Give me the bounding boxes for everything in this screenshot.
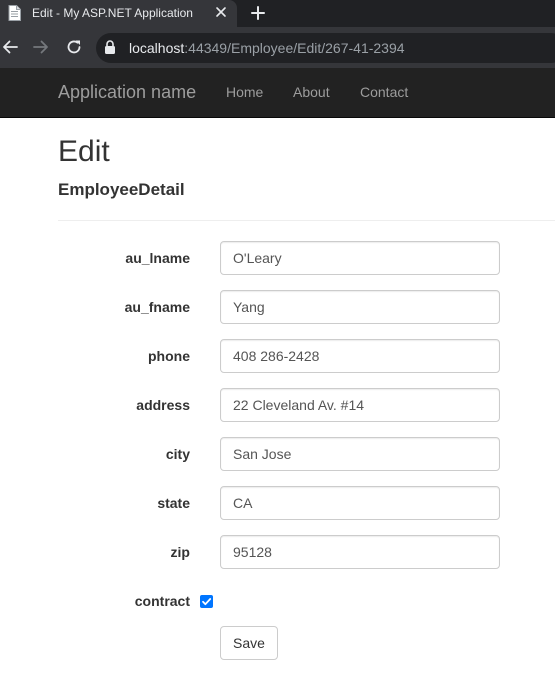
browser-tab[interactable]: Edit - My ASP.NET Application	[0, 0, 237, 27]
page-subtitle: EmployeeDetail	[58, 180, 185, 199]
browser-tab-strip: Edit - My ASP.NET Application	[0, 0, 555, 27]
checkmark-icon	[202, 598, 212, 606]
field-label-contract: contract	[134, 593, 190, 609]
field-label-state: state	[157, 495, 190, 511]
forward-arrow-icon[interactable]	[33, 39, 49, 55]
site-navbar: Application name Home About Contact	[0, 68, 555, 118]
tab-title: Edit - My ASP.NET Application	[32, 6, 193, 20]
phone-input[interactable]	[220, 339, 500, 373]
state-input[interactable]	[220, 486, 500, 520]
field-label-city: city	[165, 446, 190, 462]
zip-input[interactable]	[220, 535, 500, 569]
plus-icon[interactable]	[250, 5, 266, 21]
field-label-au-lname: au_lname	[125, 250, 190, 266]
contract-checkbox[interactable]	[200, 595, 213, 608]
url-host: localhost	[129, 40, 185, 56]
url-path: :44349/Employee/Edit/267-41-2394	[184, 40, 405, 56]
divider	[58, 220, 555, 221]
au-fname-input[interactable]	[220, 290, 500, 324]
au-lname-input[interactable]	[220, 241, 500, 275]
page-title: Edit	[58, 135, 110, 168]
nav-link-home[interactable]: Home	[226, 84, 263, 100]
field-label-au-fname: au_fname	[124, 299, 190, 315]
brand-link[interactable]: Application name	[58, 82, 196, 103]
close-icon[interactable]	[213, 4, 229, 20]
nav-link-contact[interactable]: Contact	[360, 84, 408, 100]
field-label-address: address	[136, 397, 190, 413]
reload-icon[interactable]	[66, 39, 82, 55]
city-input[interactable]	[220, 437, 500, 471]
field-label-zip: zip	[170, 544, 190, 560]
address-input[interactable]	[220, 388, 500, 422]
save-button[interactable]: Save	[220, 626, 278, 660]
page-favicon-icon	[8, 5, 21, 21]
lock-icon[interactable]	[104, 40, 116, 54]
back-arrow-icon[interactable]	[2, 39, 18, 55]
field-label-phone: phone	[148, 348, 190, 364]
url-text[interactable]: localhost:44349/Employee/Edit/267-41-239…	[129, 40, 405, 56]
nav-link-about[interactable]: About	[293, 84, 330, 100]
